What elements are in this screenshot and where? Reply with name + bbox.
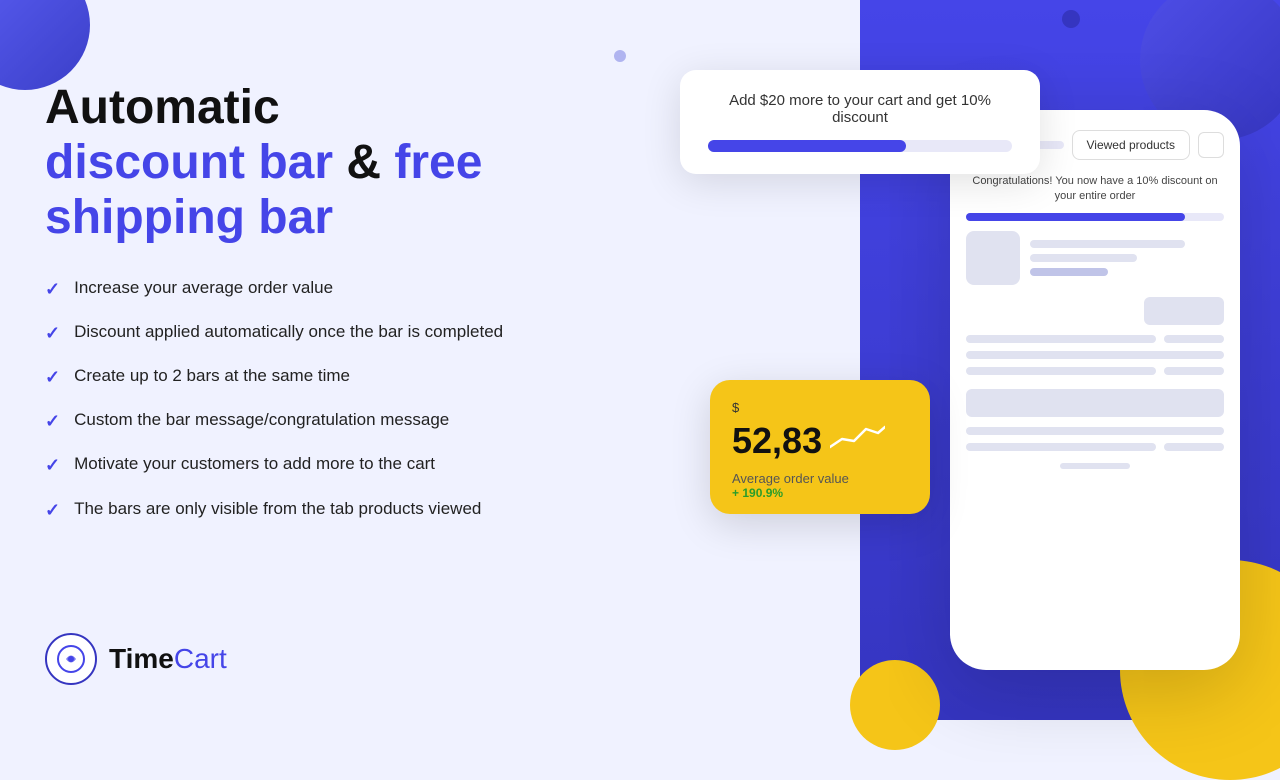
bottom-line-row [966,335,1224,343]
feature-text: Motivate your customers to add more to t… [74,452,435,476]
bl-short [1164,443,1224,451]
congrats-section: Congratulations! You now have a 10% disc… [966,174,1224,221]
stats-value: 52,83 [732,419,908,463]
progress-bar-fill [708,140,906,152]
product-line-short [1030,268,1108,276]
separator-line [1060,463,1130,469]
product-lines [1030,240,1224,276]
bottom-line-long [966,351,1224,359]
check-icon: ✓ [45,409,60,434]
list-item: ✓ The bars are only visible from the tab… [45,497,565,523]
list-item: ✓ Motivate your customers to add more to… [45,452,565,478]
logo-area: TimeCart [45,633,227,685]
bottom-line-row-3 [966,443,1224,451]
feature-text: Custom the bar message/congratulation me… [74,408,449,432]
full-btn-placeholder [966,389,1224,417]
bg-circle-mid-top [1062,10,1080,28]
features-list: ✓ Increase your average order value ✓ Di… [45,276,565,523]
bl-long [966,427,1224,435]
product-line-medium [1030,254,1137,262]
check-icon: ✓ [45,498,60,523]
list-item: ✓ Create up to 2 bars at the same time [45,364,565,390]
headline-connector: & [333,136,394,189]
viewed-square [1198,132,1224,158]
bottom-line-row-2 [966,427,1224,435]
check-icon: ✓ [45,277,60,302]
viewed-products-button[interactable]: Viewed products [1072,130,1191,160]
logo-text: TimeCart [109,643,227,675]
product-line-long [1030,240,1185,248]
left-content: Automatic discount bar & free shipping b… [45,80,565,563]
progress-bar-bg [708,140,1012,152]
logo-svg [56,644,86,674]
phone-bottom-lines [966,297,1224,469]
headline-highlight1: discount bar [45,136,333,189]
bottom-line-row [966,351,1224,359]
bottom-line-short [1164,335,1224,343]
check-icon: ✓ [45,321,60,346]
feature-text: Discount applied automatically once the … [74,320,503,344]
headline-highlight2: free [394,136,482,189]
bottom-line-long [966,367,1156,375]
headline: Automatic discount bar & free shipping b… [45,80,565,246]
stats-card: $ 52,83 Average order value + 190.9% [710,380,930,514]
headline-highlight3: shipping bar [45,191,333,244]
feature-text: The bars are only visible from the tab p… [74,497,481,521]
discount-bar-text: Add $20 more to your cart and get 10% di… [708,92,1012,126]
check-icon: ✓ [45,365,60,390]
list-item: ✓ Custom the bar message/congratulation … [45,408,565,434]
product-row [966,231,1224,285]
product-image-placeholder [966,231,1020,285]
congrats-text: Congratulations! You now have a 10% disc… [966,174,1224,205]
check-icon: ✓ [45,453,60,478]
stats-pct: + 190.9% [732,486,908,500]
bottom-line-long [966,335,1156,343]
logo-text-black: Time [109,643,174,674]
phone-frame: Viewed products Congratulations! You now… [950,110,1240,670]
phone-area: Add $20 more to your cart and get 10% di… [660,50,1240,690]
list-item: ✓ Discount applied automatically once th… [45,320,565,346]
bg-circle-top-left [0,0,90,90]
feature-text: Create up to 2 bars at the same time [74,364,350,388]
bl-long [966,443,1156,451]
stats-chart-icon [830,419,885,463]
btn-placeholder-right [1144,297,1224,325]
logo-icon [45,633,97,685]
logo-text-blue: Cart [174,643,227,674]
list-item: ✓ Increase your average order value [45,276,565,302]
bottom-line-short [1164,367,1224,375]
stats-dollar: $ [732,400,908,415]
discount-bar-card: Add $20 more to your cart and get 10% di… [680,70,1040,174]
bg-circle-mid2 [614,50,626,62]
congrats-bar-fill [966,213,1185,221]
congrats-bar-bg [966,213,1224,221]
stats-number: 52,83 [732,420,822,462]
stats-label: Average order value [732,471,908,486]
feature-text: Increase your average order value [74,276,333,300]
bottom-line-row [966,367,1224,375]
headline-line1: Automatic [45,81,280,134]
